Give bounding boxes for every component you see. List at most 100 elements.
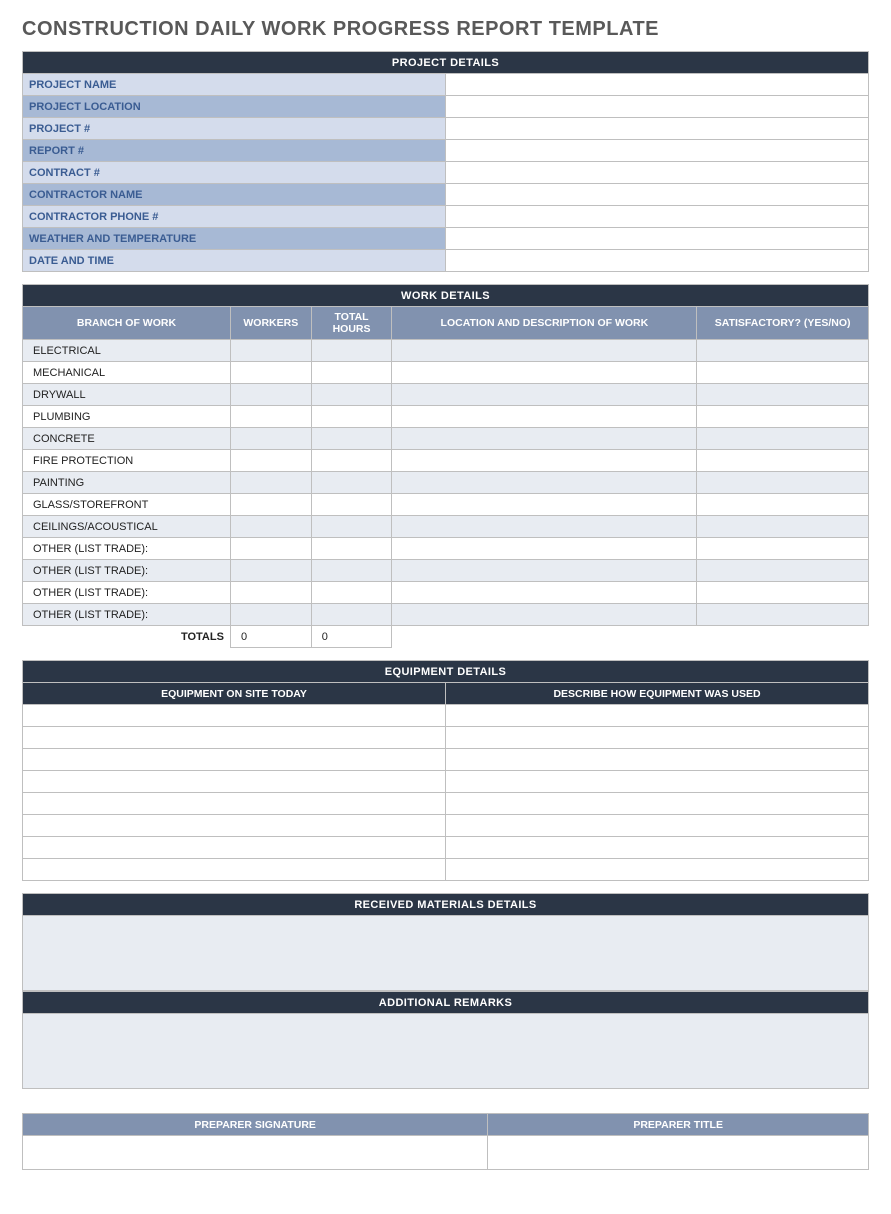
wd-location[interactable] — [392, 604, 697, 626]
pd-value[interactable] — [446, 74, 869, 96]
pd-label: CONTRACTOR NAME — [23, 184, 446, 206]
wd-location[interactable] — [392, 406, 697, 428]
wd-location[interactable] — [392, 384, 697, 406]
section-header-equipment-details: EQUIPMENT DETAILS — [23, 661, 869, 683]
wd-branch: OTHER (LIST TRADE): — [23, 560, 231, 582]
wd-workers[interactable] — [230, 384, 311, 406]
wd-workers[interactable] — [230, 450, 311, 472]
wd-branch: GLASS/STOREFRONT — [23, 494, 231, 516]
equipment-onsite-input[interactable] — [23, 815, 446, 837]
wd-workers[interactable] — [230, 340, 311, 362]
wd-satisfactory[interactable] — [697, 582, 869, 604]
wd-branch: CEILINGS/ACOUSTICAL — [23, 516, 231, 538]
wd-location[interactable] — [392, 516, 697, 538]
wd-workers[interactable] — [230, 406, 311, 428]
equipment-onsite-input[interactable] — [23, 859, 446, 881]
pd-value[interactable] — [446, 250, 869, 272]
pd-value[interactable] — [446, 184, 869, 206]
wd-workers[interactable] — [230, 516, 311, 538]
totals-label: TOTALS — [23, 626, 231, 648]
wd-satisfactory[interactable] — [697, 516, 869, 538]
wd-satisfactory[interactable] — [697, 494, 869, 516]
wd-hours[interactable] — [311, 582, 392, 604]
wd-satisfactory[interactable] — [697, 340, 869, 362]
wd-location[interactable] — [392, 450, 697, 472]
equipment-usage-input[interactable] — [446, 749, 869, 771]
additional-remarks-input[interactable] — [23, 1014, 869, 1089]
equipment-onsite-input[interactable] — [23, 771, 446, 793]
equipment-usage-input[interactable] — [446, 771, 869, 793]
wd-hours[interactable] — [311, 560, 392, 582]
preparer-signature-input[interactable] — [23, 1136, 488, 1170]
wd-location[interactable] — [392, 472, 697, 494]
wd-hours[interactable] — [311, 472, 392, 494]
wd-hours[interactable] — [311, 428, 392, 450]
wd-branch: CONCRETE — [23, 428, 231, 450]
wd-workers[interactable] — [230, 582, 311, 604]
wd-satisfactory[interactable] — [697, 472, 869, 494]
equipment-onsite-input[interactable] — [23, 749, 446, 771]
wd-location[interactable] — [392, 538, 697, 560]
equipment-usage-input[interactable] — [446, 727, 869, 749]
wd-workers[interactable] — [230, 494, 311, 516]
totals-workers[interactable]: 0 — [230, 626, 311, 648]
pd-label: WEATHER AND TEMPERATURE — [23, 228, 446, 250]
equipment-onsite-input[interactable] — [23, 837, 446, 859]
wd-workers[interactable] — [230, 604, 311, 626]
wd-workers[interactable] — [230, 538, 311, 560]
pd-value[interactable] — [446, 228, 869, 250]
section-header-additional-remarks: ADDITIONAL REMARKS — [23, 992, 869, 1014]
equipment-usage-input[interactable] — [446, 837, 869, 859]
pd-value[interactable] — [446, 162, 869, 184]
wd-satisfactory[interactable] — [697, 450, 869, 472]
wd-hours[interactable] — [311, 406, 392, 428]
wd-satisfactory[interactable] — [697, 604, 869, 626]
equipment-onsite-input[interactable] — [23, 705, 446, 727]
pd-value[interactable] — [446, 206, 869, 228]
wd-satisfactory[interactable] — [697, 560, 869, 582]
wd-satisfactory[interactable] — [697, 362, 869, 384]
wd-hours[interactable] — [311, 384, 392, 406]
wd-location[interactable] — [392, 428, 697, 450]
wd-location[interactable] — [392, 494, 697, 516]
pd-value[interactable] — [446, 96, 869, 118]
equipment-onsite-input[interactable] — [23, 793, 446, 815]
wd-workers[interactable] — [230, 362, 311, 384]
preparer-title-input[interactable] — [488, 1136, 869, 1170]
equipment-onsite-input[interactable] — [23, 727, 446, 749]
received-materials-input[interactable] — [23, 916, 869, 991]
signature-table: PREPARER SIGNATURE PREPARER TITLE — [22, 1113, 869, 1170]
wd-location[interactable] — [392, 340, 697, 362]
wd-satisfactory[interactable] — [697, 384, 869, 406]
wd-location[interactable] — [392, 582, 697, 604]
wd-hours[interactable] — [311, 516, 392, 538]
wd-hours[interactable] — [311, 450, 392, 472]
wd-satisfactory[interactable] — [697, 538, 869, 560]
wd-hours[interactable] — [311, 494, 392, 516]
wd-branch: OTHER (LIST TRADE): — [23, 604, 231, 626]
wd-workers[interactable] — [230, 560, 311, 582]
wd-satisfactory[interactable] — [697, 406, 869, 428]
wd-workers[interactable] — [230, 472, 311, 494]
col-preparer-signature: PREPARER SIGNATURE — [23, 1114, 488, 1136]
totals-hours[interactable]: 0 — [311, 626, 392, 648]
wd-location[interactable] — [392, 362, 697, 384]
pd-label: PROJECT LOCATION — [23, 96, 446, 118]
wd-hours[interactable] — [311, 340, 392, 362]
pd-value[interactable] — [446, 118, 869, 140]
col-branch: BRANCH OF WORK — [23, 307, 231, 340]
equipment-usage-input[interactable] — [446, 705, 869, 727]
equipment-usage-input[interactable] — [446, 859, 869, 881]
wd-satisfactory[interactable] — [697, 428, 869, 450]
additional-remarks-table: ADDITIONAL REMARKS — [22, 991, 869, 1089]
wd-hours[interactable] — [311, 538, 392, 560]
wd-branch: FIRE PROTECTION — [23, 450, 231, 472]
wd-hours[interactable] — [311, 604, 392, 626]
equipment-usage-input[interactable] — [446, 793, 869, 815]
wd-branch: OTHER (LIST TRADE): — [23, 582, 231, 604]
pd-value[interactable] — [446, 140, 869, 162]
wd-hours[interactable] — [311, 362, 392, 384]
wd-location[interactable] — [392, 560, 697, 582]
equipment-usage-input[interactable] — [446, 815, 869, 837]
wd-workers[interactable] — [230, 428, 311, 450]
